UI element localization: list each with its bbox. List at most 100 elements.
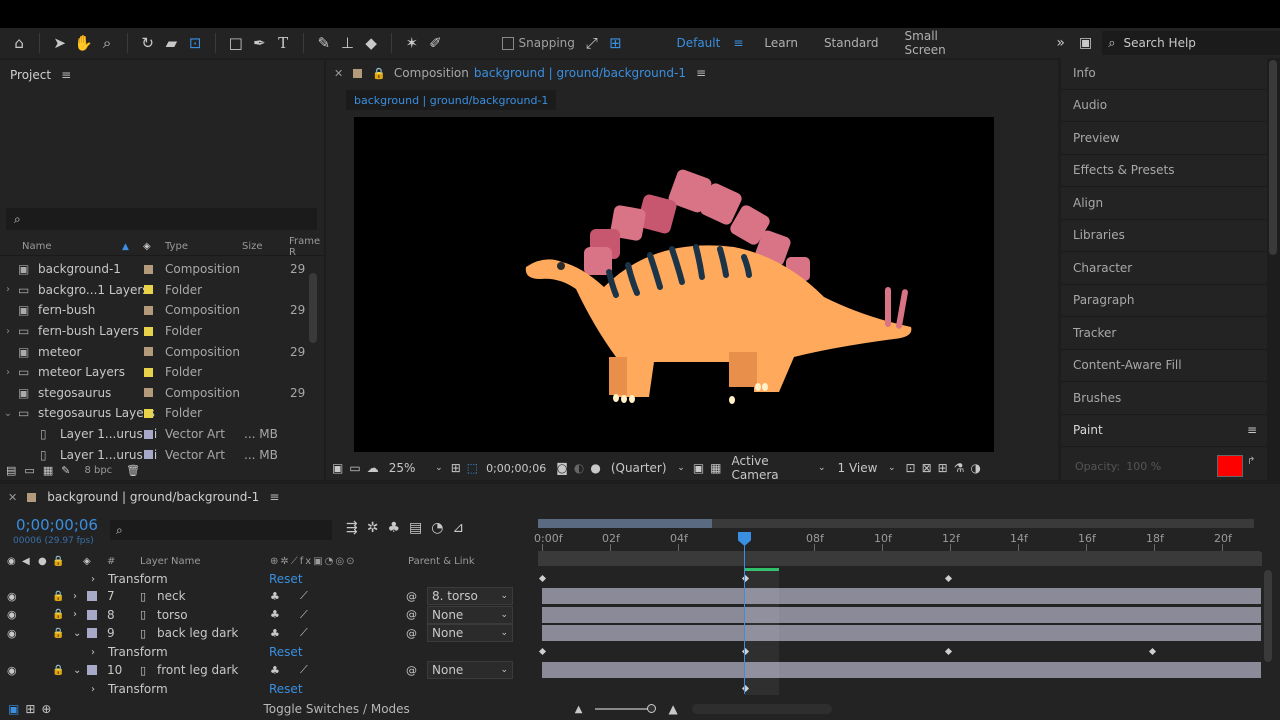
transfer-controls-toggle-icon[interactable]: ⊞ <box>25 702 35 716</box>
comp-viewer[interactable] <box>354 117 994 452</box>
hand-tool-icon[interactable]: ✋ <box>73 31 95 55</box>
resolution-select[interactable]: (Quarter) ⌄ <box>607 459 689 477</box>
eye-icon[interactable]: ◉ <box>7 664 17 677</box>
timeline-time-navigator[interactable] <box>538 552 1262 566</box>
show-snapshot-icon[interactable]: ◐ <box>574 461 584 475</box>
audio-icon[interactable]: ◀ <box>22 556 30 567</box>
roto-brush-tool-icon[interactable]: ✶ <box>401 31 423 55</box>
composition-mini-flowchart-icon[interactable]: ⇶ <box>346 520 358 536</box>
disclosure-icon[interactable]: › <box>73 591 77 602</box>
clone-stamp-tool-icon[interactable]: ⊥ <box>337 31 359 55</box>
right-panel-item-info[interactable]: Info <box>1061 57 1267 90</box>
new-folder-icon[interactable]: ▭ <box>24 464 34 477</box>
zoom-slider-knob[interactable] <box>646 704 656 713</box>
label-color-swatch[interactable] <box>144 429 153 439</box>
timeline-search[interactable]: ⌕ <box>110 520 332 540</box>
layer-label-swatch[interactable] <box>87 628 97 639</box>
label-color-swatch[interactable] <box>144 347 153 357</box>
project-item[interactable]: ⌄ ▭ stegosaurus Layers Folder <box>0 403 306 424</box>
view-layout-select[interactable]: 1 View ⌄ <box>834 459 900 477</box>
close-icon[interactable]: ✕ <box>334 67 343 80</box>
brush-tool-icon[interactable]: ✎ <box>313 31 335 55</box>
transform-reset-link[interactable]: Reset <box>269 572 303 586</box>
right-panel-item-tracker[interactable]: Tracker <box>1061 317 1267 350</box>
right-panel-item-paragraph[interactable]: Paragraph <box>1061 285 1267 317</box>
camera-select[interactable]: Active Camera ⌄ <box>728 454 830 482</box>
project-item[interactable]: ▣ meteor Composition 29. <box>0 341 306 362</box>
shy-switch-icon[interactable]: ♣ <box>270 627 280 640</box>
timeline-vertical-scrollbar[interactable] <box>1264 570 1272 662</box>
composition-tab[interactable]: ✕ 🔒 Composition background | ground/back… <box>326 60 1058 86</box>
project-item[interactable]: ▣ fern-bush Composition 29. <box>0 300 306 321</box>
project-title[interactable]: Project <box>10 68 51 82</box>
right-panel-item-audio[interactable]: Audio <box>1061 90 1267 122</box>
more-workspaces-icon[interactable]: » <box>1056 35 1065 51</box>
label-color-swatch[interactable] <box>144 367 153 377</box>
project-item[interactable]: ▯ Layer 1...urus.ai Vector Art ... MB <box>0 424 306 445</box>
column-frame-rate[interactable]: Frame R <box>289 236 324 258</box>
column-name[interactable]: Name <box>22 241 52 252</box>
interpret-footage-icon[interactable]: ▤ <box>6 464 16 477</box>
pick-whip-icon[interactable]: @ <box>406 608 417 621</box>
pick-whip-icon[interactable]: @ <box>406 664 417 677</box>
label-tag-icon[interactable]: ◈ <box>143 241 151 252</box>
layer-duration-bar[interactable] <box>542 662 1261 678</box>
frame-blending-icon[interactable]: ▤ <box>409 520 422 536</box>
layer-label-swatch[interactable] <box>87 609 97 620</box>
exposure-icon[interactable]: ◑ <box>970 461 980 475</box>
snapshot-camera-icon[interactable]: ◙ <box>556 461 568 475</box>
motion-blur-icon[interactable]: ◔ <box>431 520 443 536</box>
timeline-tab[interactable]: ✕ background | ground/background-1 ≡ <box>0 484 1280 510</box>
lock-icon[interactable]: 🔒 <box>372 67 386 80</box>
parent-select[interactable]: None ⌄ <box>427 661 513 680</box>
layer-duration-bar[interactable] <box>542 625 1261 641</box>
parent-select[interactable]: None ⌄ <box>427 624 513 643</box>
workspace-small-screen[interactable]: Small Screen <box>905 29 976 57</box>
column-layer-name[interactable]: Layer Name <box>140 556 201 567</box>
snap-option-icon[interactable]: ⤢ <box>581 31 603 55</box>
lock-icon[interactable]: 🔒 <box>52 556 64 567</box>
layer-switches-toggle-icon[interactable]: ▣ <box>8 702 19 716</box>
home-icon[interactable]: ⌂ <box>8 31 30 55</box>
reset-exposure-icon[interactable]: ⚗ <box>954 461 965 475</box>
keyframe[interactable] <box>944 647 953 656</box>
pick-whip-icon[interactable]: @ <box>406 627 417 640</box>
column-type[interactable]: Type <box>165 241 188 252</box>
shy-switch-icon[interactable]: ♣ <box>270 664 280 677</box>
project-item[interactable]: › ▭ meteor Layers Folder <box>0 362 306 383</box>
layer-label-swatch[interactable] <box>87 591 97 602</box>
zoom-in-icon[interactable]: ▲ <box>669 702 678 716</box>
transform-group-row[interactable]: › Transform Reset <box>0 643 536 662</box>
transform-group-row[interactable]: › Transform Reset <box>0 680 536 699</box>
zoom-select[interactable]: 25% ⌄ <box>385 459 447 477</box>
project-search[interactable]: ⌕ <box>6 208 317 230</box>
layer-label-swatch[interactable] <box>87 665 97 676</box>
close-icon[interactable]: ✕ <box>8 491 17 504</box>
viewer-timecode[interactable]: 0;00;00;06 <box>486 462 546 475</box>
workspace-learn[interactable]: Learn <box>764 36 798 50</box>
project-item[interactable]: ▣ stegosaurus Composition 29. <box>0 383 306 404</box>
type-tool-icon[interactable]: T <box>272 31 294 55</box>
safe-zones-icon[interactable]: ⊞ <box>451 461 461 475</box>
timeline-horizontal-scroll[interactable] <box>691 704 832 714</box>
disclosure-icon[interactable]: ⌄ <box>73 665 81 676</box>
layer-name[interactable]: front leg dark <box>157 663 238 677</box>
transparency-grid-icon[interactable]: ▦ <box>710 461 721 475</box>
layer-row[interactable]: ◉ 🔒 › 8 ▯ torso ♣ ⟋ @ None ⌄ <box>0 605 536 625</box>
quality-switch-icon[interactable]: ⟋ <box>300 589 308 603</box>
quality-switch-icon[interactable]: ⟋ <box>300 608 308 622</box>
label-color-swatch[interactable] <box>144 285 153 295</box>
right-panel-item-brushes[interactable]: Brushes <box>1061 382 1267 415</box>
keyframe[interactable] <box>944 574 953 583</box>
disclosure-icon[interactable]: › <box>0 284 16 295</box>
trash-icon[interactable]: 🗑 <box>126 464 140 477</box>
transform-reset-link[interactable]: Reset <box>269 682 303 696</box>
shy-switch-icon[interactable]: ♣ <box>270 608 280 621</box>
sort-ascending-icon[interactable]: ▲ <box>122 242 129 252</box>
camera-tool-icon[interactable]: ▰ <box>161 31 183 55</box>
shy-layers-icon[interactable]: ♣ <box>387 520 400 536</box>
sync-settings-icon[interactable]: ▣ <box>1079 35 1092 51</box>
parent-select[interactable]: None ⌄ <box>427 605 513 624</box>
column-number[interactable]: # <box>107 556 115 567</box>
zoom-out-icon[interactable]: ▲ <box>575 704 583 715</box>
